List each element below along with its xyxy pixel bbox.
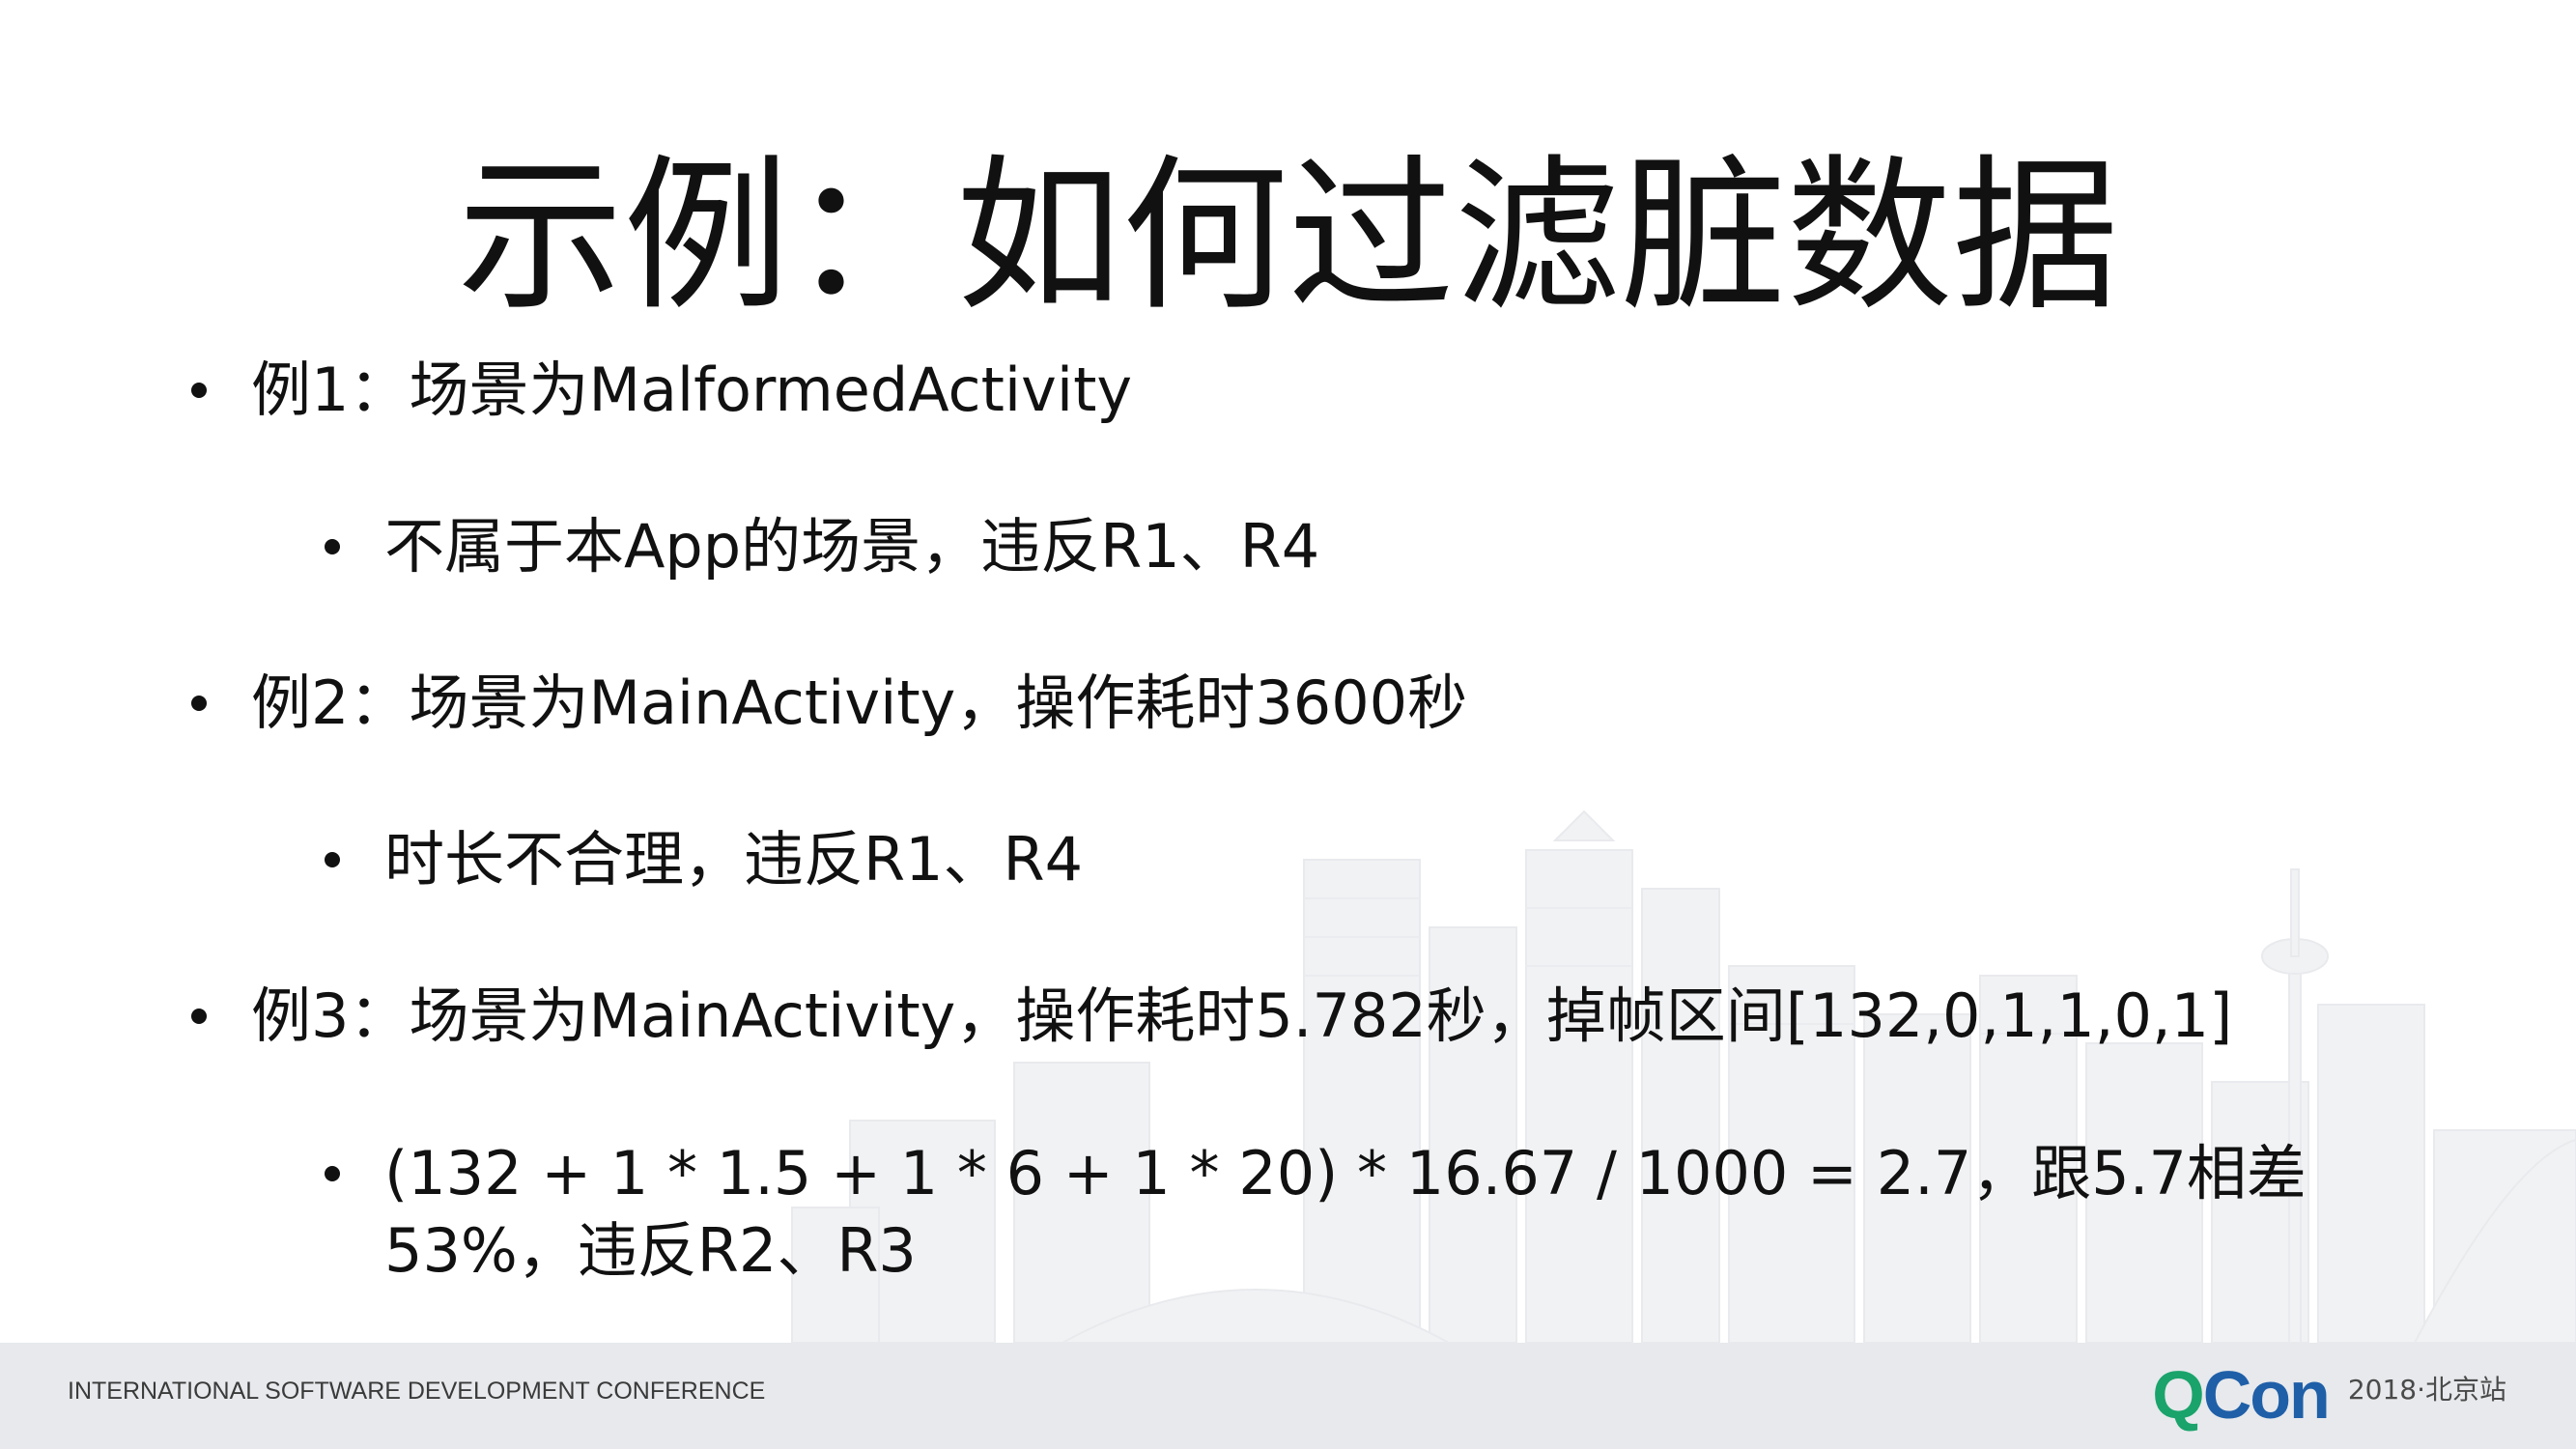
bullet-item: 例1：场景为MalformedActivity (191, 352, 1133, 429)
logo-con: Con (2202, 1357, 2331, 1433)
bullet-text: (132 + 1 * 1.5 + 1 * 6 + 1 * 20) * 16.67… (384, 1138, 2307, 1286)
bullet-dot-icon (191, 696, 207, 711)
bullet-list: 例1：场景为MalformedActivity 不属于本App的场景，违反R1、… (0, 0, 2576, 1343)
bullet-dot-icon (191, 1009, 207, 1024)
bullet-dot-icon (191, 383, 207, 398)
bullet-item: 例3：场景为MainActivity，操作耗时5.782秒，掉帧区间[132,0… (191, 978, 2233, 1055)
bullet-text: 例1：场景为MalformedActivity (251, 355, 1133, 425)
qcon-logo: Q Con 2018·北京站 (2152, 1356, 2506, 1434)
bullet-text: 不属于本App的场景，违反R1、R4 (384, 511, 1320, 582)
conference-name: INTERNATIONAL SOFTWARE DEVELOPMENT CONFE… (68, 1378, 766, 1405)
bullet-item: 例2：场景为MainActivity，操作耗时3600秒 (191, 665, 1468, 742)
edition-label: 2018·北京站 (2347, 1374, 2506, 1406)
bullet-dot-icon (325, 852, 340, 867)
bullet-text: 例2：场景为MainActivity，操作耗时3600秒 (251, 668, 1468, 738)
footer-bar: INTERNATIONAL SOFTWARE DEVELOPMENT CONFE… (0, 1343, 2576, 1449)
slide: 示例：如何过滤脏数据 例1：场景为MalformedActivity 不属于本A… (0, 0, 2576, 1449)
bullet-item: (132 + 1 * 1.5 + 1 * 6 + 1 * 20) * 16.67… (325, 1135, 2490, 1290)
bullet-dot-icon (325, 539, 340, 554)
bullet-text: 例3：场景为MainActivity，操作耗时5.782秒，掉帧区间[132,0… (251, 980, 2233, 1051)
bullet-dot-icon (325, 1166, 340, 1181)
logo-q: Q (2152, 1357, 2204, 1433)
bullet-text: 时长不合理，违反R1、R4 (384, 824, 1084, 895)
bullet-item: 不属于本App的场景，违反R1、R4 (325, 508, 1320, 585)
bullet-item: 时长不合理，违反R1、R4 (325, 821, 1084, 898)
